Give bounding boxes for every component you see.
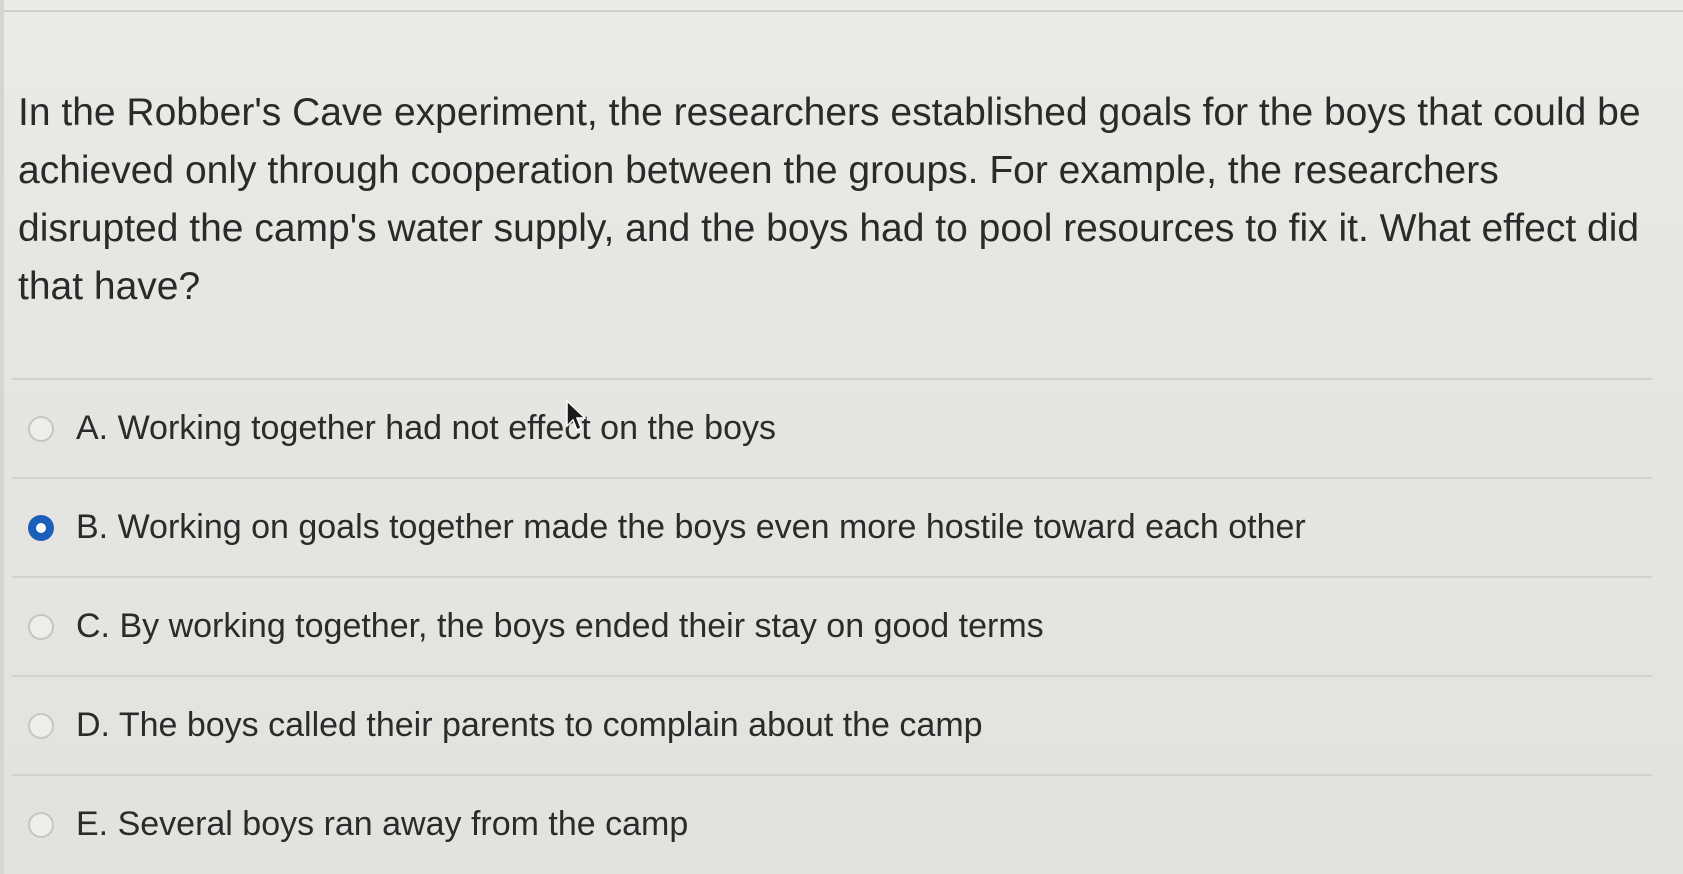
option-c[interactable]: C. By working together, the boys ended t… <box>12 576 1652 675</box>
radio-button-icon[interactable] <box>28 712 54 739</box>
option-label: C. By working together, the boys ended t… <box>76 607 1044 645</box>
left-edge <box>0 0 4 874</box>
radio-button-icon[interactable] <box>28 811 54 838</box>
radio-button-icon[interactable] <box>28 613 54 640</box>
option-label: D. The boys called their parents to comp… <box>76 706 983 744</box>
option-label: B. Working on goals together made the bo… <box>76 508 1306 546</box>
top-divider <box>0 10 1683 12</box>
option-label: A. Working together had not effect on th… <box>76 409 776 447</box>
option-d[interactable]: D. The boys called their parents to comp… <box>12 675 1652 774</box>
question-text: In the Robber's Cave experiment, the res… <box>18 91 1641 308</box>
radio-button-icon[interactable] <box>28 415 54 442</box>
radio-button-selected-icon[interactable] <box>28 514 54 541</box>
option-e[interactable]: E. Several boys ran away from the camp <box>12 774 1652 873</box>
mouse-pointer-icon <box>566 400 587 432</box>
option-b[interactable]: B. Working on goals together made the bo… <box>12 477 1652 576</box>
answer-options: A. Working together had not effect on th… <box>12 378 1652 873</box>
option-a[interactable]: A. Working together had not effect on th… <box>12 378 1652 477</box>
option-label: E. Several boys ran away from the camp <box>76 805 689 843</box>
